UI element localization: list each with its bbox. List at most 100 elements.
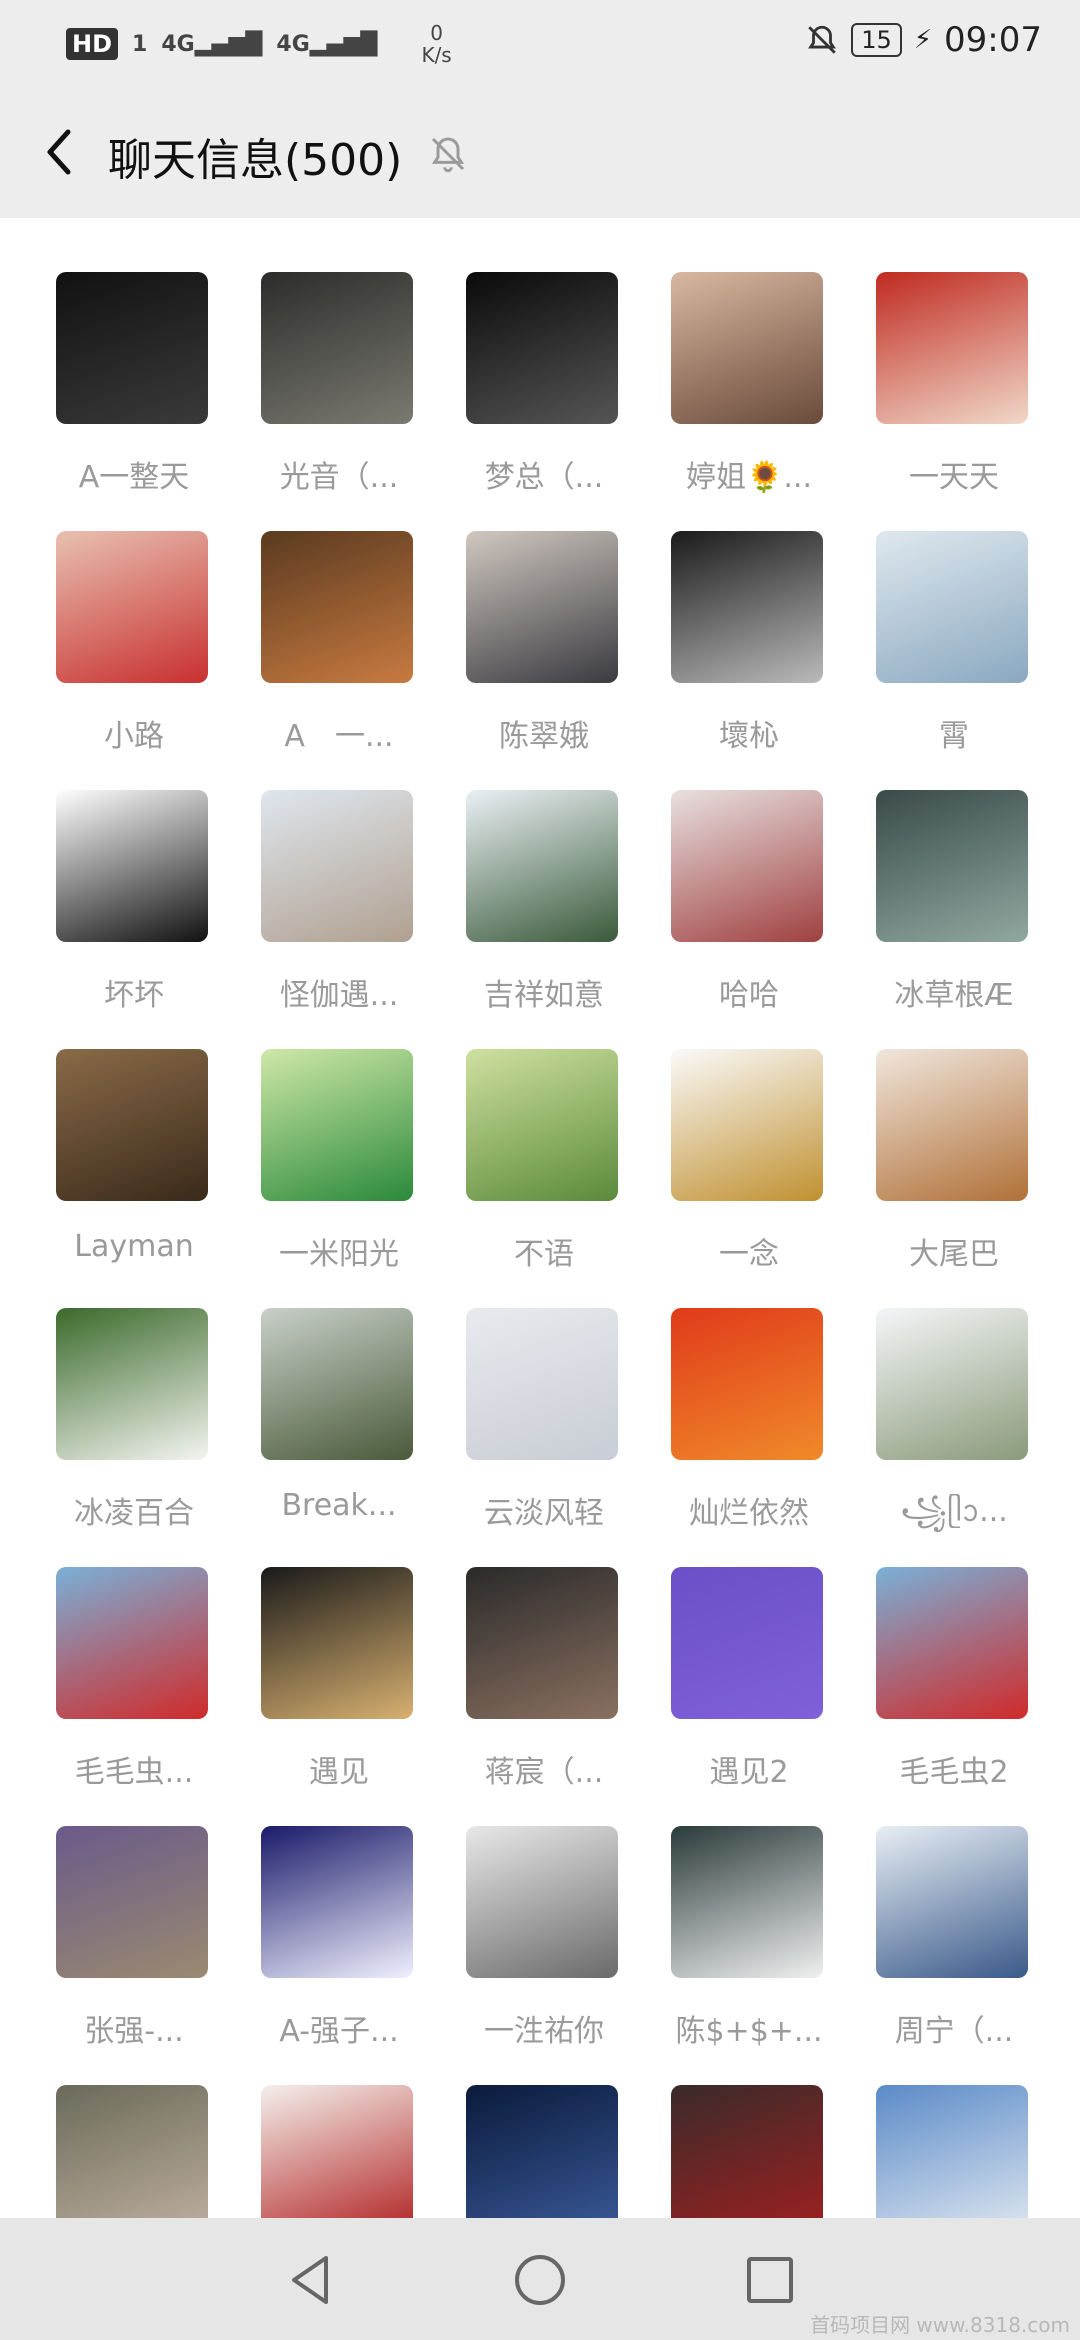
member-name: 霄 (939, 719, 969, 754)
muted-bell-icon (431, 137, 465, 173)
member-item[interactable]: Layman (54, 1049, 214, 1289)
member-avatar (261, 272, 413, 424)
member-name: A 一... (284, 719, 394, 754)
member-item[interactable] (874, 2085, 1034, 2218)
member-avatar (261, 1308, 413, 1460)
member-item[interactable]: 冰凌百合 (54, 1308, 214, 1548)
member-avatar (671, 1049, 823, 1201)
member-name: 小路 (104, 719, 164, 754)
member-item[interactable] (464, 2085, 624, 2218)
member-name: 梦总（... (484, 460, 604, 495)
member-item[interactable]: 光音（... (259, 272, 419, 512)
member-avatar (466, 1826, 618, 1978)
member-item[interactable]: 灿烂依然 (669, 1308, 829, 1548)
member-item[interactable]: 遇见2 (669, 1567, 829, 1807)
member-name: 坏坏 (104, 978, 164, 1013)
nav-recents-icon[interactable] (740, 2250, 800, 2310)
member-avatar (466, 2085, 618, 2218)
member-name: 张强-... (84, 2014, 184, 2049)
member-item[interactable]: 霄 (874, 531, 1034, 771)
member-avatar (261, 1567, 413, 1719)
member-item[interactable]: 云淡风轻 (464, 1308, 624, 1548)
member-item[interactable]: 不语 (464, 1049, 624, 1289)
member-item[interactable]: 壞杺 (669, 531, 829, 771)
member-name: A一整天 (78, 460, 190, 495)
member-name: 毛毛虫... (74, 1755, 194, 1790)
member-name: 云淡风轻 (484, 1496, 604, 1531)
member-avatar (671, 1826, 823, 1978)
battery-icon: 15 (851, 23, 902, 57)
member-avatar (876, 1049, 1028, 1201)
member-item[interactable]: 大尾巴 (874, 1049, 1034, 1289)
signal-icon-2: 4G▂▄▆█ (276, 31, 378, 57)
member-item[interactable]: A 一... (259, 531, 419, 771)
member-name: ꧁ᥫᩣ... (900, 1494, 1008, 1529)
member-item[interactable]: 小路 (54, 531, 214, 771)
member-item[interactable]: 张强-... (54, 1826, 214, 2066)
member-name: A-强子... (279, 2014, 399, 2049)
member-avatar (466, 1567, 618, 1719)
member-name: 光音（... (279, 460, 399, 495)
member-avatar (56, 272, 208, 424)
member-name: 冰草根Æ (894, 978, 1014, 1013)
member-item[interactable]: 一米阳光 (259, 1049, 419, 1289)
member-name: 婷姐🌻... (686, 460, 812, 495)
member-avatar (466, 272, 618, 424)
member-item[interactable]: A-强子... (259, 1826, 419, 2066)
member-item[interactable]: Break... (259, 1308, 419, 1548)
member-item[interactable]: 坏坏 (54, 790, 214, 1030)
member-item[interactable]: 蒋宸（... (464, 1567, 624, 1807)
member-item[interactable]: 毛毛虫... (54, 1567, 214, 1807)
member-name: 一泩祐你 (484, 2014, 604, 2049)
member-item[interactable]: 遇见 (259, 1567, 419, 1807)
member-avatar (671, 1567, 823, 1719)
nav-back-icon[interactable] (280, 2250, 340, 2310)
network-type-2: 4G (276, 31, 310, 57)
mute-bell-icon (808, 25, 837, 54)
member-item[interactable]: 毛毛虫2 (874, 1567, 1034, 1807)
member-item[interactable]: 婷姐🌻... (669, 272, 829, 512)
member-item[interactable]: 怪伽遇... (259, 790, 419, 1030)
member-item[interactable] (54, 2085, 214, 2218)
member-name: 吉祥如意 (484, 978, 604, 1013)
network-type-1: 4G (161, 31, 195, 57)
member-item[interactable] (259, 2085, 419, 2218)
member-item[interactable]: 一天天 (874, 272, 1034, 512)
member-item[interactable]: 一泩祐你 (464, 1826, 624, 2066)
member-item[interactable]: 哈哈 (669, 790, 829, 1030)
member-item[interactable]: 陈$+$+... (669, 1826, 829, 2066)
member-item[interactable] (669, 2085, 829, 2218)
member-avatar (876, 1826, 1028, 1978)
member-item[interactable]: 一念 (669, 1049, 829, 1289)
member-item[interactable]: 吉祥如意 (464, 790, 624, 1030)
member-name: 遇见2 (709, 1755, 789, 1790)
member-avatar (466, 531, 618, 683)
member-avatar (261, 1049, 413, 1201)
member-name: 毛毛虫2 (899, 1755, 1009, 1790)
member-avatar (876, 1567, 1028, 1719)
member-avatar (876, 272, 1028, 424)
member-avatar (56, 1049, 208, 1201)
member-avatar (261, 790, 413, 942)
network-speed-unit: K/s (421, 43, 452, 67)
member-item[interactable]: 周宁（... (874, 1826, 1034, 2066)
member-item[interactable]: A一整天 (54, 272, 214, 512)
back-arrow-icon[interactable] (34, 124, 90, 180)
member-item[interactable]: 陈翠娥 (464, 531, 624, 771)
member-avatar (671, 1308, 823, 1460)
signal-icon-1: 4G▂▄▆█ (161, 31, 263, 57)
member-item[interactable]: ꧁ᥫᩣ... (874, 1308, 1034, 1548)
member-avatar (261, 1826, 413, 1978)
network-speed-value: 0 (430, 21, 443, 45)
member-avatar (466, 1308, 618, 1460)
hd-icon: HD (66, 28, 119, 60)
nav-home-icon[interactable] (510, 2250, 570, 2310)
member-avatar (56, 1567, 208, 1719)
member-avatar (876, 1308, 1028, 1460)
member-item[interactable]: 梦总（... (464, 272, 624, 512)
member-avatar (56, 790, 208, 942)
status-right: 15 ⚡ 09:07 (805, 20, 1042, 60)
member-item[interactable]: 冰草根Æ (874, 790, 1034, 1030)
member-grid: A一整天 光音（... 梦总（... 婷姐🌻... 一天天小路 A 一... 陈翠娥 壞杺 霄坏… (0, 218, 1080, 2218)
member-name: 哈哈 (719, 978, 779, 1013)
